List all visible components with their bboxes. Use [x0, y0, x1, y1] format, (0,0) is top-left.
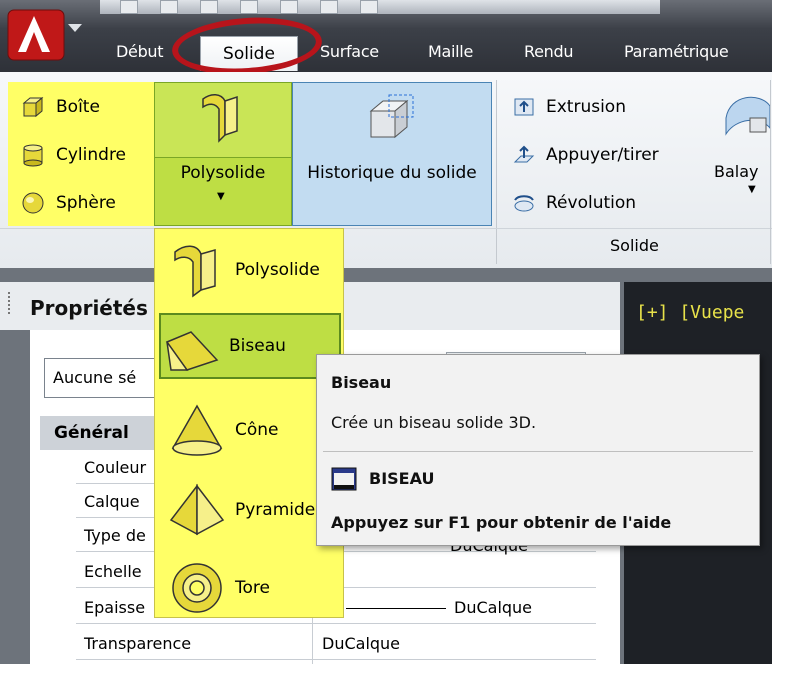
panel-divider-2: [770, 80, 771, 264]
sweep-dropdown-arrow-icon[interactable]: ▼: [748, 184, 756, 195]
tab-surface[interactable]: Surface: [320, 38, 379, 66]
command-line-icon: [331, 467, 357, 491]
redo-icon[interactable]: [360, 0, 378, 14]
tab-maille[interactable]: Maille: [428, 38, 473, 66]
extrude-label: Extrusion: [546, 97, 626, 117]
solid-history-icon: [369, 94, 414, 139]
property-value: DuCalque: [454, 598, 533, 617]
menu-item-label: Cône: [235, 420, 279, 440]
panel-title-bar: [0, 228, 788, 267]
autocad-logo-icon: [7, 9, 82, 61]
tooltip-command: BISEAU: [369, 469, 435, 488]
menu-item-label: Pyramide: [235, 500, 316, 520]
property-name: Echelle: [84, 562, 142, 581]
property-name: Calque: [84, 492, 140, 511]
extrude-button[interactable]: Extrusion: [512, 90, 626, 124]
tooltip-title: Biseau: [331, 373, 392, 392]
sweep-button[interactable]: [720, 88, 772, 148]
sphere-button[interactable]: Sphère: [20, 186, 116, 220]
revolve-label: Révolution: [546, 193, 637, 213]
presspull-button[interactable]: Appuyer/tirer: [512, 138, 659, 172]
revolve-icon: [514, 195, 534, 212]
properties-title: Propriétés: [30, 296, 148, 320]
panel-label-solide: Solide: [610, 236, 659, 255]
primitives-group: Boîte Cylindre Sphère: [8, 82, 156, 226]
presspull-icon: [513, 145, 535, 163]
cylinder-button[interactable]: Cylindre: [20, 138, 126, 172]
tab-parametrique[interactable]: Paramétrique: [624, 38, 729, 66]
property-name: Epaisse: [84, 598, 146, 617]
wedge-icon: [165, 331, 219, 371]
solid-history-label: Historique du solide: [307, 163, 477, 183]
plot-icon[interactable]: [280, 0, 298, 14]
solid-history-button[interactable]: Historique du solide: [292, 82, 492, 226]
save-icon[interactable]: [200, 0, 218, 14]
undo-icon[interactable]: [320, 0, 338, 14]
property-name: Couleur: [84, 458, 147, 477]
torn-edge-right: [772, 0, 788, 684]
new-icon[interactable]: [120, 0, 138, 14]
menu-item-polysolide[interactable]: Polysolide: [167, 237, 337, 303]
tooltip-divider: [323, 451, 753, 452]
property-name: Type de: [84, 526, 146, 545]
viewport-controls-label[interactable]: [+] [Vuepe: [636, 302, 744, 323]
property-row[interactable]: Transparence DuCalque: [76, 628, 596, 660]
sweep-label: Balay: [714, 162, 759, 181]
pyramid-icon: [169, 483, 225, 536]
menu-item-label: Polysolide: [235, 260, 320, 280]
polysolid-button-label: Polysolide: [180, 163, 266, 183]
tooltip-biseau: Biseau Crée un biseau solide 3D. BISEAU …: [316, 354, 760, 546]
cylinder-label: Cylindre: [56, 145, 127, 165]
cylinder-icon: [23, 144, 43, 167]
polysolid-icon: [174, 245, 216, 298]
menu-item-pyramide[interactable]: Pyramide: [167, 477, 337, 543]
sphere-icon: [22, 192, 44, 214]
application-menu-button[interactable]: [4, 2, 90, 64]
tooltip-description: Crée un biseau solide 3D.: [331, 413, 537, 432]
cone-icon: [171, 404, 223, 456]
polysolid-icon: [202, 94, 238, 143]
menu-item-tore[interactable]: Tore: [167, 555, 337, 621]
presspull-label: Appuyer/tirer: [546, 145, 659, 165]
grip-icon[interactable]: [8, 292, 14, 314]
saveas-icon[interactable]: [240, 0, 258, 14]
menu-item-cone[interactable]: Cône: [167, 397, 337, 463]
sphere-label: Sphère: [56, 193, 116, 213]
dropdown-arrow-icon[interactable]: ▼: [217, 191, 225, 202]
polysolid-button-top[interactable]: [155, 83, 291, 158]
open-icon[interactable]: [160, 0, 178, 14]
torn-edge-bottom: [0, 664, 788, 684]
menu-item-biseau[interactable]: Biseau: [159, 313, 341, 379]
box-label: Boîte: [56, 97, 100, 117]
lineweight-line-icon: [346, 608, 446, 609]
sweep-icon: [725, 96, 771, 136]
tab-debut[interactable]: Début: [116, 38, 164, 66]
menu-item-label: Biseau: [229, 336, 286, 356]
box-button[interactable]: Boîte: [20, 90, 100, 124]
tab-rendu[interactable]: Rendu: [524, 38, 573, 66]
tooltip-help: Appuyez sur F1 pour obtenir de l'aide: [331, 513, 672, 532]
revolve-button[interactable]: Révolution: [512, 186, 636, 220]
property-value: DuCalque: [322, 634, 401, 653]
torus-icon: [172, 563, 222, 613]
property-name: Transparence: [84, 634, 192, 653]
menu-item-label: Tore: [235, 578, 270, 598]
quick-access-toolbar: [100, 0, 660, 14]
extrude-icon: [514, 98, 534, 116]
box-icon: [22, 96, 44, 118]
polysolid-split-button[interactable]: Polysolide ▼: [154, 82, 292, 226]
